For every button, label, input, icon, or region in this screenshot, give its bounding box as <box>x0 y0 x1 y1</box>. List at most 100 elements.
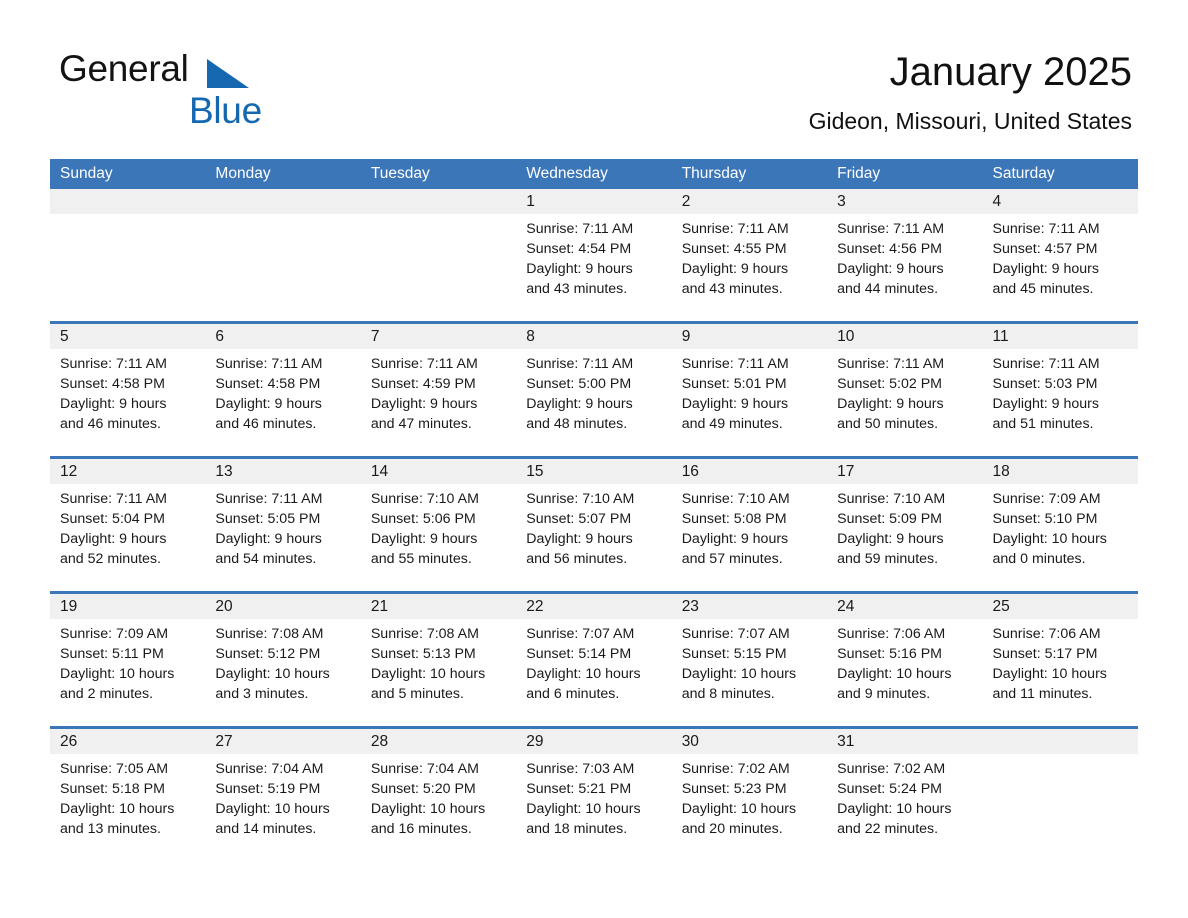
day-cell[interactable]: 27 Sunrise: 7:04 AM Sunset: 5:19 PM Dayligh… <box>205 729 361 861</box>
day-cell[interactable]: 14 Sunrise: 7:10 AM Sunset: 5:06 PM Dayligh… <box>360 459 517 591</box>
daylight-text-line1: Daylight: 9 hours <box>60 531 167 547</box>
day-cell[interactable]: 16 Sunrise: 7:10 AM Sunset: 5:08 PM Dayligh… <box>671 459 828 591</box>
day-info: Sunrise: 7:10 AM Sunset: 5:08 PM Daylight:… <box>672 484 827 569</box>
daylight-text-line1: Daylight: 10 hours <box>370 666 486 682</box>
day-number <box>205 189 361 214</box>
sunrise-text: Sunrise: 7:08 AM <box>215 626 324 642</box>
day-cell[interactable]: 19 Sunrise: 7:09 AM Sunset: 5:11 PM Dayligh… <box>50 594 206 726</box>
sunset-text: Sunset: 5:16 PM <box>837 646 942 662</box>
day-cell[interactable]: 2 Sunrise: 7:11 AM Sunset: 4:55 PM Daylight… <box>671 189 828 321</box>
day-info: Sunrise: 7:07 AM Sunset: 5:14 PM Daylight:… <box>516 619 671 704</box>
day-cell[interactable]: 13 Sunrise: 7:11 AM Sunset: 5:05 PM Dayligh… <box>205 459 361 591</box>
daylight-text-line2: and 48 minutes. <box>526 416 628 432</box>
day-cell[interactable]: 17 Sunrise: 7:10 AM Sunset: 5:09 PM Dayligh… <box>827 459 983 591</box>
day-number: 10 <box>827 324 983 349</box>
sunrise-text: Sunrise: 7:11 AM <box>837 356 945 372</box>
day-cell[interactable]: 18 Sunrise: 7:09 AM Sunset: 5:10 PM Dayligh… <box>982 459 1138 591</box>
day-cell[interactable]: 10 Sunrise: 7:11 AM Sunset: 5:02 PM Dayligh… <box>827 324 983 456</box>
day-info: Sunrise: 7:11 AM Sunset: 4:58 PM Daylight:… <box>205 349 360 434</box>
daylight-text-line2: and 3 minutes. <box>215 686 309 702</box>
daylight-text-line1: Daylight: 9 hours <box>681 531 789 547</box>
sunset-text: Sunset: 5:01 PM <box>681 376 787 392</box>
sunrise-text: Sunrise: 7:06 AM <box>837 626 946 642</box>
daylight-text-line1: Daylight: 10 hours <box>215 666 330 682</box>
day-info: Sunrise: 7:02 AM Sunset: 5:23 PM Daylight:… <box>672 754 827 839</box>
day-cell[interactable]: 9 Sunrise: 7:11 AM Sunset: 5:01 PM Daylight… <box>671 324 828 456</box>
day-cell[interactable]: 7 Sunrise: 7:11 AM Sunset: 4:59 PM Daylight… <box>360 324 517 456</box>
daylight-text-line2: and 8 minutes. <box>681 686 775 702</box>
day-cell[interactable]: 1 Sunrise: 7:11 AM Sunset: 4:54 PM Daylight… <box>516 189 672 321</box>
day-cell[interactable]: 26 Sunrise: 7:05 AM Sunset: 5:18 PM Dayligh… <box>50 729 206 861</box>
day-info: Sunrise: 7:07 AM Sunset: 5:15 PM Daylight:… <box>672 619 827 704</box>
title-block: January 2025 Gideon, Missouri, United St… <box>809 48 1132 136</box>
logo-text-blue: Blue <box>189 90 262 131</box>
day-cell-empty <box>205 189 361 321</box>
daylight-text-line1: Daylight: 9 hours <box>681 261 789 277</box>
week-cells: 5 Sunrise: 7:11 AM Sunset: 4:58 PM Daylight… <box>50 324 1138 456</box>
day-cell[interactable]: 29 Sunrise: 7:03 AM Sunset: 5:21 PM Dayligh… <box>516 729 672 861</box>
sunset-text: Sunset: 5:11 PM <box>60 646 164 662</box>
sunrise-text: Sunrise: 7:09 AM <box>992 491 1101 507</box>
daylight-text-line2: and 16 minutes. <box>370 821 472 837</box>
day-cell[interactable]: 21 Sunrise: 7:08 AM Sunset: 5:13 PM Dayligh… <box>360 594 517 726</box>
day-number: 26 <box>50 729 206 754</box>
daylight-text-line1: Daylight: 9 hours <box>215 396 322 412</box>
day-number: 23 <box>671 594 828 619</box>
weekday-tuesday: Tuesday <box>370 165 430 182</box>
day-number: 21 <box>360 594 517 619</box>
day-number: 30 <box>671 729 828 754</box>
daylight-text-line1: Daylight: 9 hours <box>370 531 478 547</box>
day-cell[interactable]: 23 Sunrise: 7:07 AM Sunset: 5:15 PM Dayligh… <box>671 594 828 726</box>
day-info: Sunrise: 7:09 AM Sunset: 5:11 PM Daylight:… <box>50 619 205 704</box>
day-cell[interactable]: 22 Sunrise: 7:07 AM Sunset: 5:14 PM Dayligh… <box>516 594 672 726</box>
day-cell[interactable]: 25 Sunrise: 7:06 AM Sunset: 5:17 PM Dayligh… <box>982 594 1138 726</box>
day-cell[interactable]: 8 Sunrise: 7:11 AM Sunset: 5:00 PM Daylight… <box>516 324 672 456</box>
day-number: 9 <box>671 324 828 349</box>
day-cell[interactable]: 31 Sunrise: 7:02 AM Sunset: 5:24 PM Dayligh… <box>827 729 983 861</box>
sunset-text: Sunset: 4:57 PM <box>992 241 1098 257</box>
sunset-text: Sunset: 5:21 PM <box>526 781 632 797</box>
logo-text-general-row: General <box>59 47 379 91</box>
sunrise-text: Sunrise: 7:11 AM <box>60 356 167 372</box>
day-number: 2 <box>671 189 828 214</box>
day-cell[interactable]: 5 Sunrise: 7:11 AM Sunset: 4:58 PM Daylight… <box>50 324 206 456</box>
sunrise-text: Sunrise: 7:04 AM <box>215 761 324 777</box>
day-cell[interactable]: 20 Sunrise: 7:08 AM Sunset: 5:12 PM Dayligh… <box>205 594 361 726</box>
sunset-text: Sunset: 5:18 PM <box>60 781 165 797</box>
daylight-text-line2: and 51 minutes. <box>992 416 1094 432</box>
daylight-text-line2: and 47 minutes. <box>370 416 472 432</box>
day-info: Sunrise: 7:11 AM Sunset: 4:59 PM Daylight:… <box>361 349 516 434</box>
day-cell[interactable]: 3 Sunrise: 7:11 AM Sunset: 4:56 PM Daylight… <box>827 189 983 321</box>
daylight-text-line2: and 59 minutes. <box>837 551 939 567</box>
day-cell[interactable]: 4 Sunrise: 7:11 AM Sunset: 4:57 PM Daylight… <box>982 189 1138 321</box>
day-info: Sunrise: 7:02 AM Sunset: 5:24 PM Daylight:… <box>827 754 982 839</box>
daylight-text-line2: and 11 minutes. <box>992 686 1093 702</box>
day-info: Sunrise: 7:11 AM Sunset: 4:58 PM Daylight:… <box>50 349 205 434</box>
day-cell[interactable]: 24 Sunrise: 7:06 AM Sunset: 5:16 PM Dayligh… <box>827 594 983 726</box>
daylight-text-line1: Daylight: 10 hours <box>526 801 641 817</box>
daylight-text-line2: and 45 minutes. <box>992 281 1094 297</box>
daylight-text-line1: Daylight: 9 hours <box>60 396 167 412</box>
day-cell[interactable]: 15 Sunrise: 7:10 AM Sunset: 5:07 PM Dayligh… <box>516 459 672 591</box>
day-number: 14 <box>360 459 517 484</box>
day-number: 27 <box>205 729 361 754</box>
day-cell[interactable]: 30 Sunrise: 7:02 AM Sunset: 5:23 PM Dayligh… <box>671 729 828 861</box>
sunrise-text: Sunrise: 7:11 AM <box>992 221 1100 237</box>
day-info: Sunrise: 7:10 AM Sunset: 5:06 PM Daylight:… <box>361 484 516 569</box>
day-cell[interactable]: 11 Sunrise: 7:11 AM Sunset: 5:03 PM Dayligh… <box>982 324 1138 456</box>
daylight-text-line2: and 20 minutes. <box>681 821 783 837</box>
day-cell[interactable]: 12 Sunrise: 7:11 AM Sunset: 5:04 PM Dayligh… <box>50 459 206 591</box>
day-info: Sunrise: 7:05 AM Sunset: 5:18 PM Daylight:… <box>50 754 205 839</box>
general-blue-logo[interactable]: General Blue <box>59 47 379 137</box>
daylight-text-line1: Daylight: 10 hours <box>992 531 1107 547</box>
sunset-text: Sunset: 5:14 PM <box>526 646 632 662</box>
daylight-text-line1: Daylight: 9 hours <box>526 261 633 277</box>
day-cell[interactable]: 6 Sunrise: 7:11 AM Sunset: 4:58 PM Daylight… <box>205 324 361 456</box>
daylight-text-line2: and 56 minutes. <box>526 551 628 567</box>
sunrise-text: Sunrise: 7:03 AM <box>526 761 635 777</box>
sunset-text: Sunset: 4:55 PM <box>681 241 787 257</box>
day-info: Sunrise: 7:09 AM Sunset: 5:10 PM Daylight:… <box>983 484 1138 569</box>
day-cell-empty <box>50 189 206 321</box>
day-cell[interactable]: 28 Sunrise: 7:04 AM Sunset: 5:20 PM Dayligh… <box>360 729 517 861</box>
day-number: 3 <box>827 189 983 214</box>
